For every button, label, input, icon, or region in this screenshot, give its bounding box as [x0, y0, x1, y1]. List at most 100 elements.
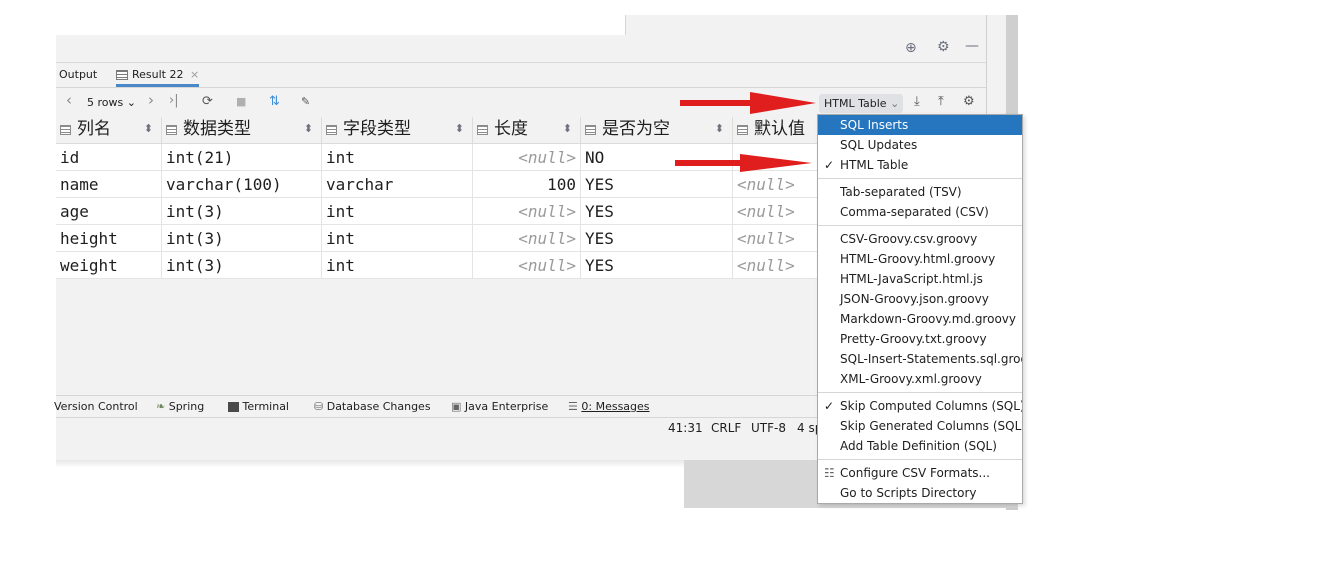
- line-separator[interactable]: CRLF: [711, 421, 741, 435]
- menu-item-label: HTML Table: [840, 158, 909, 172]
- menu-item-label: Go to Scripts Directory: [840, 486, 977, 500]
- tab-version-control[interactable]: Version Control: [54, 400, 138, 413]
- gear-icon[interactable]: ⚙: [937, 39, 950, 55]
- table-cell[interactable]: height: [56, 225, 162, 252]
- refresh-button[interactable]: ⟳: [202, 94, 213, 109]
- tab-terminal[interactable]: Terminal: [228, 400, 289, 413]
- table-icon: [326, 124, 337, 135]
- table-cell[interactable]: <null>: [733, 225, 818, 252]
- menu-item-add-table-definition-sql[interactable]: Add Table Definition (SQL): [818, 436, 1022, 456]
- table-icon: [166, 124, 177, 135]
- table-cell[interactable]: 100: [473, 171, 581, 198]
- next-page-button[interactable]: ›: [148, 91, 154, 109]
- sort-icon[interactable]: ⬍: [304, 117, 313, 141]
- table-cell[interactable]: id: [56, 144, 162, 171]
- sort-icon[interactable]: ⬍: [563, 117, 572, 141]
- table-cell[interactable]: int(3): [162, 198, 322, 225]
- column-header[interactable]: 列名 ⬍: [56, 117, 162, 144]
- table-cell[interactable]: <null>: [733, 198, 818, 225]
- table-cell[interactable]: <null>: [473, 225, 581, 252]
- menu-item-comma-separated-csv[interactable]: Comma-separated (CSV): [818, 202, 1022, 222]
- table-cell[interactable]: <null>: [473, 144, 581, 171]
- sort-icon[interactable]: ⬍: [144, 117, 153, 141]
- table-cell[interactable]: name: [56, 171, 162, 198]
- chevron-down-icon: ⌄: [126, 96, 136, 109]
- menu-item-configure-csv-formats[interactable]: ☷ Configure CSV Formats...: [818, 463, 1022, 483]
- table-cell[interactable]: int(3): [162, 225, 322, 252]
- column-header[interactable]: 数据类型 ⬍: [162, 117, 322, 144]
- table-cell[interactable]: <null>: [473, 252, 581, 279]
- column-header[interactable]: 字段类型 ⬍: [322, 117, 473, 144]
- menu-item-html-javascript-html-js[interactable]: HTML-JavaScript.html.js: [818, 269, 1022, 289]
- table-cell[interactable]: <null>: [473, 198, 581, 225]
- previous-page-button[interactable]: ‹: [66, 91, 72, 109]
- table-cell[interactable]: age: [56, 198, 162, 225]
- menu-item-label: HTML-Groovy.html.groovy: [840, 252, 996, 266]
- pin-icon[interactable]: ✎: [301, 95, 310, 108]
- menu-item-html-table[interactable]: ✓ HTML Table: [818, 155, 1022, 175]
- table-cell[interactable]: varchar: [322, 171, 473, 198]
- annotation-arrows: [675, 92, 816, 172]
- close-icon[interactable]: ×: [190, 68, 199, 81]
- menu-item-json-groovy-json-groovy[interactable]: JSON-Groovy.json.groovy: [818, 289, 1022, 309]
- compare-button[interactable]: ⇅: [269, 94, 280, 109]
- configure-icon: ☷: [824, 466, 835, 480]
- menu-item-go-to-scripts-directory[interactable]: Go to Scripts Directory: [818, 483, 1022, 503]
- chevron-down-icon: ⌄: [890, 97, 900, 110]
- export-format-dropdown[interactable]: HTML Table ⌄: [819, 94, 903, 113]
- table-cell[interactable]: YES: [581, 252, 733, 279]
- table-cell[interactable]: int(3): [162, 252, 322, 279]
- menu-item-label: CSV-Groovy.csv.groovy: [840, 232, 978, 246]
- table-cell[interactable]: int(21): [162, 144, 322, 171]
- arrow-to-html-table: [675, 154, 812, 172]
- check-icon: ✓: [824, 399, 835, 413]
- table-cell[interactable]: weight: [56, 252, 162, 279]
- menu-item-sql-inserts[interactable]: SQL Inserts: [818, 115, 1022, 135]
- tab-result-22[interactable]: Result 22 ×: [116, 68, 200, 87]
- menu-item-skip-generated-columns-sql[interactable]: Skip Generated Columns (SQL): [818, 416, 1022, 436]
- last-page-button[interactable]: ›|: [169, 93, 179, 108]
- table-cell[interactable]: int: [322, 198, 473, 225]
- sort-icon[interactable]: ⬍: [455, 117, 464, 141]
- tab-java-enterprise[interactable]: ▣ Java Enterprise: [451, 400, 548, 413]
- menu-item-pretty-groovy-txt-groovy[interactable]: Pretty-Groovy.txt.groovy: [818, 329, 1022, 349]
- column-header[interactable]: 长度 ⬍: [473, 117, 581, 144]
- table-cell[interactable]: varchar(100): [162, 171, 322, 198]
- settings-gear-icon[interactable]: ⚙: [963, 94, 975, 109]
- table-cell[interactable]: YES: [581, 225, 733, 252]
- menu-item-html-groovy-html-groovy[interactable]: HTML-Groovy.html.groovy: [818, 249, 1022, 269]
- table-cell[interactable]: <null>: [733, 252, 818, 279]
- java-enterprise-icon: ▣: [451, 400, 462, 413]
- upload-icon[interactable]: ⤒: [938, 94, 944, 109]
- menu-item-sql-insert-statements-sql-groovy[interactable]: SQL-Insert-Statements.sql.groovy: [818, 349, 1022, 369]
- table-icon: [116, 70, 128, 80]
- menu-item-markdown-groovy-md-groovy[interactable]: Markdown-Groovy.md.groovy: [818, 309, 1022, 329]
- menu-item-label: Pretty-Groovy.txt.groovy: [840, 332, 987, 346]
- menu-item-sql-updates[interactable]: SQL Updates: [818, 135, 1022, 155]
- menu-separator: [818, 459, 1022, 460]
- export-format-menu: SQL Inserts SQL Updates ✓ HTML Table Tab-sep…: [817, 114, 1023, 504]
- caret-position[interactable]: 41:31: [668, 421, 703, 435]
- menu-item-xml-groovy-xml-groovy[interactable]: XML-Groovy.xml.groovy: [818, 369, 1022, 389]
- crosshair-icon[interactable]: ⊕: [905, 40, 917, 56]
- table-icon: [585, 124, 596, 135]
- table-cell[interactable]: int: [322, 225, 473, 252]
- download-icon[interactable]: ⤓: [914, 94, 920, 109]
- menu-item-label: JSON-Groovy.json.groovy: [840, 292, 989, 306]
- menu-item-label: Markdown-Groovy.md.groovy: [840, 312, 1016, 326]
- menu-item-tab-separated-tsv[interactable]: Tab-separated (TSV): [818, 182, 1022, 202]
- minimize-icon[interactable]: —: [965, 38, 979, 54]
- menu-item-csv-groovy-csv-groovy[interactable]: CSV-Groovy.csv.groovy: [818, 229, 1022, 249]
- menu-item-label: Comma-separated (CSV): [840, 205, 989, 219]
- file-encoding[interactable]: UTF-8: [751, 421, 786, 435]
- tab-messages[interactable]: ☰ 0: Messages: [568, 400, 650, 413]
- table-cell[interactable]: int: [322, 252, 473, 279]
- table-cell[interactable]: YES: [581, 198, 733, 225]
- tab-database-changes[interactable]: ⛁ Database Changes: [314, 400, 431, 413]
- tab-output[interactable]: Output: [59, 68, 97, 81]
- stop-button[interactable]: ■: [236, 95, 246, 108]
- menu-item-skip-computed-columns-sql[interactable]: ✓ Skip Computed Columns (SQL): [818, 396, 1022, 416]
- table-cell[interactable]: int: [322, 144, 473, 171]
- rows-dropdown[interactable]: 5 rows ⌄: [87, 96, 136, 109]
- tab-spring[interactable]: ❧ Spring: [156, 400, 204, 413]
